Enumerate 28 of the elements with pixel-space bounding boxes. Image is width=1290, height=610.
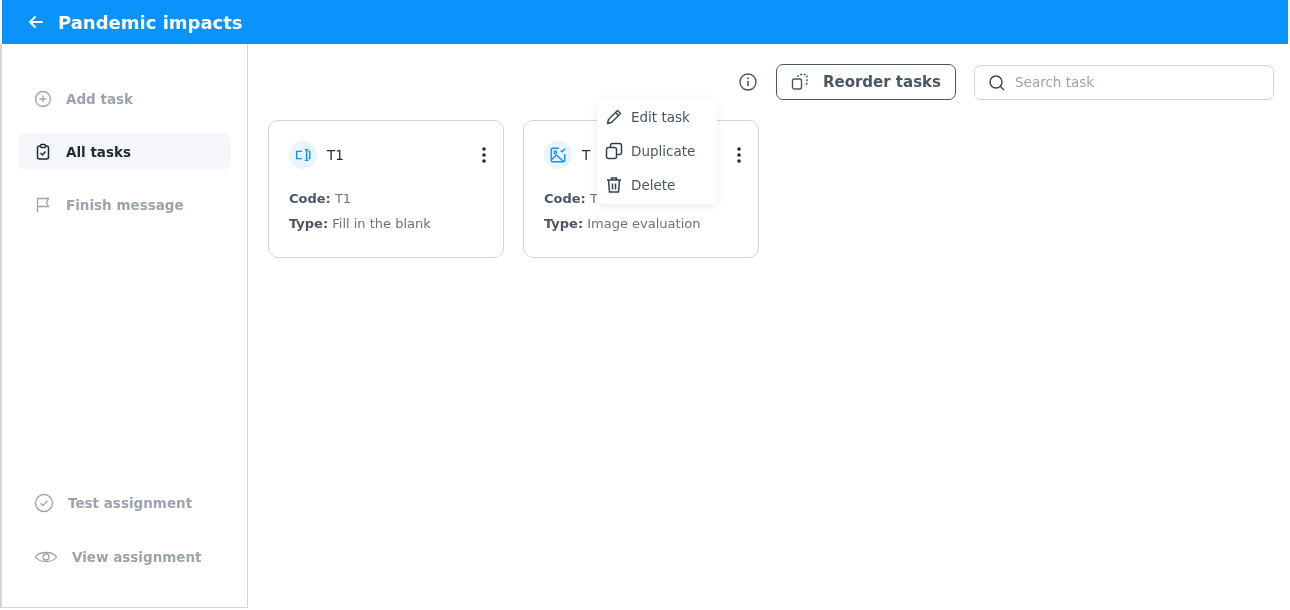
more-options-icon[interactable]	[481, 146, 487, 164]
back-arrow-icon[interactable]	[28, 14, 44, 30]
reorder-tasks-button[interactable]: Reorder tasks	[775, 64, 956, 100]
menu-item[interactable]: Delete	[597, 168, 717, 202]
reorder-icon	[790, 73, 809, 91]
menu-item[interactable]: Duplicate	[597, 134, 717, 168]
task-title: T1	[327, 147, 344, 163]
check-circle-icon	[34, 492, 54, 513]
task-code: Code: T	[544, 191, 599, 206]
clipboard-icon	[34, 142, 52, 161]
search-field[interactable]: Search task	[974, 64, 1274, 100]
task-type: Type: Image evaluation	[544, 216, 702, 231]
more-options-icon[interactable]	[736, 146, 742, 164]
task-card[interactable]: T1 Code: T1 Type: Fill in the blank	[268, 120, 504, 258]
task-type: Type: Fill in the blank	[289, 216, 432, 231]
menu-item[interactable]: Edit task	[597, 100, 717, 134]
flag-icon	[34, 195, 52, 214]
info-icon[interactable]	[737, 72, 758, 92]
sidebar-item[interactable]: All tasks	[18, 133, 231, 170]
trash-icon	[605, 176, 623, 194]
task-title: T	[582, 147, 591, 163]
task-code: Code: T1	[289, 191, 353, 206]
task-type-icon	[289, 141, 317, 169]
pencil-icon	[605, 108, 623, 126]
task-type-icon	[544, 141, 572, 169]
copy-icon	[605, 142, 623, 160]
plus-circle-icon	[34, 89, 52, 108]
page-title: Pandemic impacts	[58, 11, 243, 33]
